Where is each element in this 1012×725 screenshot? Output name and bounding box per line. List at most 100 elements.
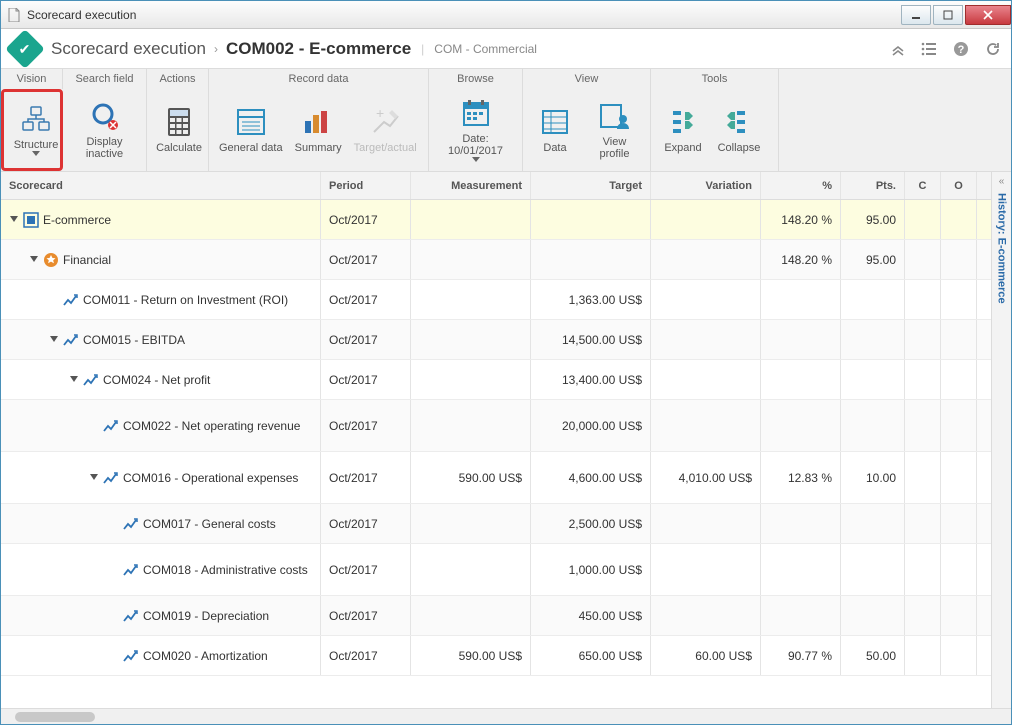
general-data-icon [235,106,267,138]
cell-variation [651,360,761,399]
table-row[interactable]: COM018 - Administrative costsOct/20171,0… [1,544,991,596]
cell-variation [651,320,761,359]
cell-measurement [411,544,531,595]
ribbon-button-label: Display inactive [73,136,136,160]
cell-o [941,452,977,503]
cell-period: Oct/2017 [321,544,411,595]
scrollbar-thumb[interactable] [15,712,95,722]
table-row[interactable]: COM020 - AmortizationOct/2017590.00 US$6… [1,636,991,676]
expand-arrow-icon[interactable] [49,336,59,344]
cell-variation: 60.00 US$ [651,636,761,675]
table-row[interactable]: FinancialOct/2017148.20 %95.00 [1,240,991,280]
expand-arrow-icon[interactable] [69,376,79,384]
table-row[interactable]: COM015 - EBITDAOct/201714,500.00 US$ [1,320,991,360]
cell-pct [761,360,841,399]
table-row[interactable]: COM022 - Net operating revenueOct/201720… [1,400,991,452]
cell-pct [761,544,841,595]
col-c[interactable]: C [905,172,941,199]
cell-target: 650.00 US$ [531,636,651,675]
horizontal-scrollbar[interactable] [1,708,1011,724]
ribbon-button-label: Date: 10/01/2017 [439,133,512,157]
ribbon-button-label: View profile [589,136,640,160]
cell-pts: 95.00 [841,200,905,239]
breadcrumb-context: COM - Commercial [434,42,537,56]
cell-variation [651,240,761,279]
cell-c [905,636,941,675]
ribbon-group-label: View [523,69,651,89]
col-pct[interactable]: % [761,172,841,199]
chart-icon [63,332,79,348]
table-row[interactable]: COM019 - DepreciationOct/2017450.00 US$ [1,596,991,636]
target-actual-icon: + [369,106,401,138]
structure-button[interactable]: Structure [8,96,64,164]
maximize-button[interactable] [933,5,963,25]
scorecard-grid[interactable]: Scorecard Period Measurement Target Vari… [1,172,991,708]
cell-o [941,504,977,543]
ribbon-group-label: Record data [209,69,429,89]
cell-pts: 10.00 [841,452,905,503]
financial-icon [43,252,59,268]
summary-button[interactable]: Summary [289,93,348,167]
collapse-button[interactable]: Collapse [711,93,767,167]
cell-c [905,452,941,503]
table-row[interactable]: COM017 - General costsOct/20172,500.00 U… [1,504,991,544]
help-icon[interactable]: ? [953,41,969,57]
cell-pct [761,504,841,543]
ribbon-group-label: Search field [63,69,147,89]
sidepanel-label[interactable]: History: E-commerce [996,193,1008,304]
breadcrumb-page: COM002 - E-commerce [226,39,411,59]
svg-text:?: ? [958,44,965,56]
refresh-icon[interactable] [985,41,1001,57]
sidepanel-collapse-icon[interactable]: « [999,176,1005,187]
data-button[interactable]: Data [527,93,583,167]
col-scorecard[interactable]: Scorecard [1,172,321,199]
expand-arrow-icon[interactable] [29,256,39,264]
collapse-up-icon[interactable] [891,42,905,56]
cell-pct [761,280,841,319]
col-measurement[interactable]: Measurement [411,172,531,199]
calculate-icon [163,106,195,138]
side-panel[interactable]: « History: E-commerce [991,172,1011,708]
view-profile-button[interactable]: View profile [583,93,646,167]
svg-text:+: + [376,108,384,121]
expand-arrow-icon[interactable] [89,474,99,482]
node-label: E-commerce [43,213,312,227]
calculate-button[interactable]: Calculate [151,93,207,167]
table-row[interactable]: COM024 - Net profitOct/201713,400.00 US$ [1,360,991,400]
minimize-button[interactable] [901,5,931,25]
node-label: COM020 - Amortization [143,649,312,663]
node-label: COM018 - Administrative costs [143,563,312,577]
expand-arrow-icon[interactable] [9,216,19,224]
expand-button[interactable]: Expand [655,93,711,167]
table-row[interactable]: COM016 - Operational expensesOct/2017590… [1,452,991,504]
grid-header: Scorecard Period Measurement Target Vari… [1,172,991,200]
summary-icon [302,106,334,138]
date-button[interactable]: Date: 10/01/2017 [433,93,518,167]
col-period[interactable]: Period [321,172,411,199]
display-inactive-button[interactable]: Display inactive [67,93,142,167]
table-row[interactable]: COM011 - Return on Investment (ROI)Oct/2… [1,280,991,320]
col-o[interactable]: O [941,172,977,199]
col-pts[interactable]: Pts. [841,172,905,199]
general-data-button[interactable]: General data [213,93,289,167]
cell-period: Oct/2017 [321,200,411,239]
cell-pct: 90.77 % [761,636,841,675]
window-title: Scorecard execution [27,8,136,22]
col-target[interactable]: Target [531,172,651,199]
collapse-icon [723,106,755,138]
cell-measurement [411,320,531,359]
breadcrumb-app[interactable]: Scorecard execution [51,39,206,59]
cell-pts: 50.00 [841,636,905,675]
list-icon[interactable] [921,42,937,56]
dropdown-caret-icon [472,157,480,163]
titlebar: Scorecard execution [1,1,1011,29]
cell-variation: 4,010.00 US$ [651,452,761,503]
data-icon [539,106,571,138]
ribbon: VisionSearch fieldActionsRecord dataBrow… [1,69,1011,172]
col-variation[interactable]: Variation [651,172,761,199]
table-row[interactable]: E-commerceOct/2017148.20 %95.00 [1,200,991,240]
cell-target: 14,500.00 US$ [531,320,651,359]
cell-variation [651,596,761,635]
close-button[interactable] [965,5,1011,25]
cell-measurement [411,200,531,239]
